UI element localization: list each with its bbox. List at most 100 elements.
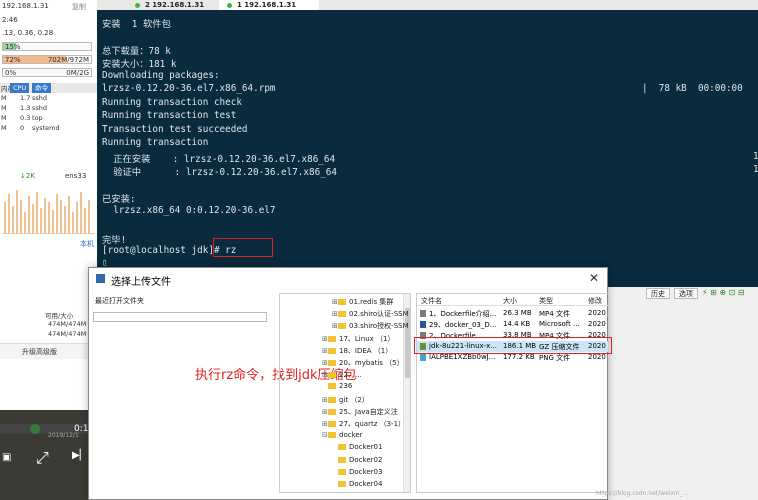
fullscreen-icon[interactable]: ⤢	[36, 448, 49, 468]
folder-icon	[328, 408, 336, 415]
video-thumbnail[interactable]: 2019/12/1 0:1 ⤢ ▶▏ ▣	[0, 410, 97, 500]
folder-tree[interactable]: ⊞ 01.redis 集群 ⊞ 02.shiro认证-SSM ⊞ 03.shiro授权-S…	[279, 293, 411, 493]
file-type: PNG 文件	[539, 354, 571, 362]
tree-folder-item[interactable]: 236	[322, 382, 352, 390]
col-modified[interactable]: 修改	[588, 296, 602, 306]
copy-button[interactable]: 复制	[72, 2, 86, 12]
dialog-app-icon	[96, 274, 105, 283]
terminal-line: 安装 1 软件包	[102, 19, 171, 30]
tree-folder-label: Docker02	[349, 455, 383, 464]
history-button[interactable]: 历史	[646, 288, 670, 299]
file-size: 177.2 KB	[503, 353, 535, 361]
terminal-line: 总下载量：78 k	[102, 46, 171, 57]
tree-folder-item[interactable]: ⊟ docker	[322, 431, 363, 439]
folder-icon	[338, 456, 346, 463]
file-row[interactable]: 1、Dockerfile介绍... 26.3 MB MP4 文件 2020	[417, 308, 608, 319]
folder-icon	[328, 347, 336, 354]
watermark: https://blog.csdn.net/weixin_...	[596, 490, 689, 497]
file-list[interactable]: 文件名 大小 类型 修改 1、Dockerfile介绍... 26.3 MB MP4…	[416, 293, 609, 493]
load-label: .13, 0.36, 0.28	[2, 29, 54, 37]
next-icon[interactable]: ▶▏	[72, 450, 87, 461]
tree-folder-label: 17、Linux （1）	[339, 334, 395, 343]
file-icon	[420, 321, 426, 328]
tree-folder-label: 01.redis 集群	[349, 298, 394, 306]
tree-folder-item[interactable]: ⊞ 25、Java自定义注	[322, 407, 398, 417]
terminal-line: 正在安装 : lrzsz-0.12.20-36.el7.x86_64	[102, 154, 336, 165]
file-modified: 2020	[588, 320, 606, 328]
process-row[interactable]: M 1.3 sshd	[0, 103, 97, 113]
col-size[interactable]: 大小	[503, 296, 517, 306]
tree-folder-item[interactable]: ⊞ 17、Linux （1）	[322, 334, 394, 344]
recent-folders-label: 最近打开文件夹	[95, 297, 144, 305]
net-interface-select[interactable]: ens33	[65, 172, 86, 180]
dialog-titlebar: 选择上传文件 ✕	[89, 268, 607, 290]
network-graph-svg	[4, 190, 90, 234]
terminal[interactable]: 安装 1 软件包 总下载量：78 k 安装大小：181 k Downloadin…	[97, 10, 758, 287]
tree-folder-label: docker	[339, 431, 363, 440]
tree-folder-label: 03.shiro授权-SSM	[349, 322, 409, 331]
dialog-title: 选择上传文件	[111, 277, 171, 288]
terminal-line: Running transaction	[102, 137, 209, 148]
terminal-line: Running transaction test	[102, 110, 237, 121]
folder-icon	[328, 335, 336, 342]
tree-folder-item[interactable]: Docker03	[332, 468, 382, 476]
file-list-header: 文件名 大小 类型 修改	[417, 294, 608, 306]
tree-folder-item[interactable]: ⊞ 18、IDEA （1）	[322, 346, 392, 356]
swap-bar: 0% 0M/2G	[2, 68, 92, 77]
process-row[interactable]: M 1.7 sshd	[0, 93, 97, 103]
tree-folder-item[interactable]: Docker02	[332, 456, 382, 464]
tree-folder-label: Docker04	[349, 480, 383, 488]
folder-icon	[328, 396, 336, 403]
file-size: 26.3 MB	[503, 309, 532, 317]
upgrade-button[interactable]: 升级高级版	[22, 347, 57, 357]
network-graph	[2, 182, 95, 234]
host-label: 192.168.1.31	[2, 2, 49, 10]
folder-icon	[328, 383, 336, 390]
progress-count: 1	[753, 151, 758, 162]
folder-icon	[338, 323, 346, 330]
play-indicator-icon	[30, 424, 40, 434]
col-name[interactable]: 文件名	[421, 296, 442, 306]
process-row[interactable]: M 0 systemd	[0, 123, 97, 133]
tab-session-2[interactable]: 2 192.168.1.31	[127, 0, 204, 10]
menu-icon[interactable]: ▣	[2, 452, 11, 463]
uptime-label: 2:46	[2, 16, 18, 24]
tree-folder-item[interactable]: Docker04	[332, 480, 382, 488]
file-row[interactable]: 29、docker_03_D... 14.4 KB Microsoft ... 202…	[417, 319, 608, 330]
terminal-line: Downloading packages:	[102, 70, 220, 81]
tree-folder-item[interactable]: ⊞ 20、mybatis （5）	[322, 358, 404, 368]
recent-folders-list[interactable]	[93, 312, 267, 322]
process-row[interactable]: M 0.3 top	[0, 113, 97, 123]
close-icon[interactable]: ✕	[589, 271, 599, 285]
highlight-jdk-file	[414, 337, 612, 354]
file-name: IALPBE1XZBb0wJ...	[429, 353, 496, 361]
folder-icon	[338, 444, 346, 451]
terminal-line: 安装大小：181 k	[102, 59, 177, 70]
cpu-bar: 15%	[2, 42, 92, 51]
tree-folder-item[interactable]: ⊞ 02.shiro认证-SSM	[332, 309, 409, 319]
folder-icon	[338, 468, 346, 475]
toolbar-icons[interactable]: ⚡ ⊞ ⊕ ⊡ ⊟	[702, 288, 745, 297]
folder-icon	[328, 421, 336, 427]
terminal-line: 已安装:	[102, 194, 136, 205]
tree-folder-item[interactable]: ⊞ 22、...	[322, 370, 362, 380]
terminal-line: Running transaction check	[102, 97, 242, 108]
download-stats: | 78 kB 00:00:00	[642, 83, 743, 94]
tree-folder-label: git （2）	[339, 395, 369, 404]
tree-folder-item[interactable]: Docker01	[332, 443, 382, 451]
tree-folder-label: 20、mybatis （5）	[339, 359, 404, 367]
local-link[interactable]: 本机	[80, 239, 94, 249]
file-name: 29、docker_03_D...	[429, 321, 497, 329]
tree-folder-item[interactable]: ⊞ 01.redis 集群	[332, 297, 393, 307]
tree-folder-label: 22、...	[339, 371, 362, 380]
tree-folder-item[interactable]: ⊞ 03.shiro授权-SSM	[332, 321, 409, 331]
tab-session-1[interactable]: 1 192.168.1.31	[219, 0, 319, 10]
tree-folder-item[interactable]: ⊞ git （2）	[322, 395, 369, 405]
col-type[interactable]: 类型	[539, 296, 553, 306]
tree-folder-item[interactable]: ⊞ 27、quartz （3-1）	[322, 419, 405, 429]
tree-folder-label: 02.shiro认证-SSM	[349, 310, 409, 319]
options-button[interactable]: 选项	[674, 288, 698, 299]
terminal-line: 完毕!	[102, 235, 127, 246]
terminal-line: Transaction test succeeded	[102, 124, 248, 135]
terminal-line: lrzsz.x86_64 0:0.12.20-36.el7	[102, 205, 276, 216]
